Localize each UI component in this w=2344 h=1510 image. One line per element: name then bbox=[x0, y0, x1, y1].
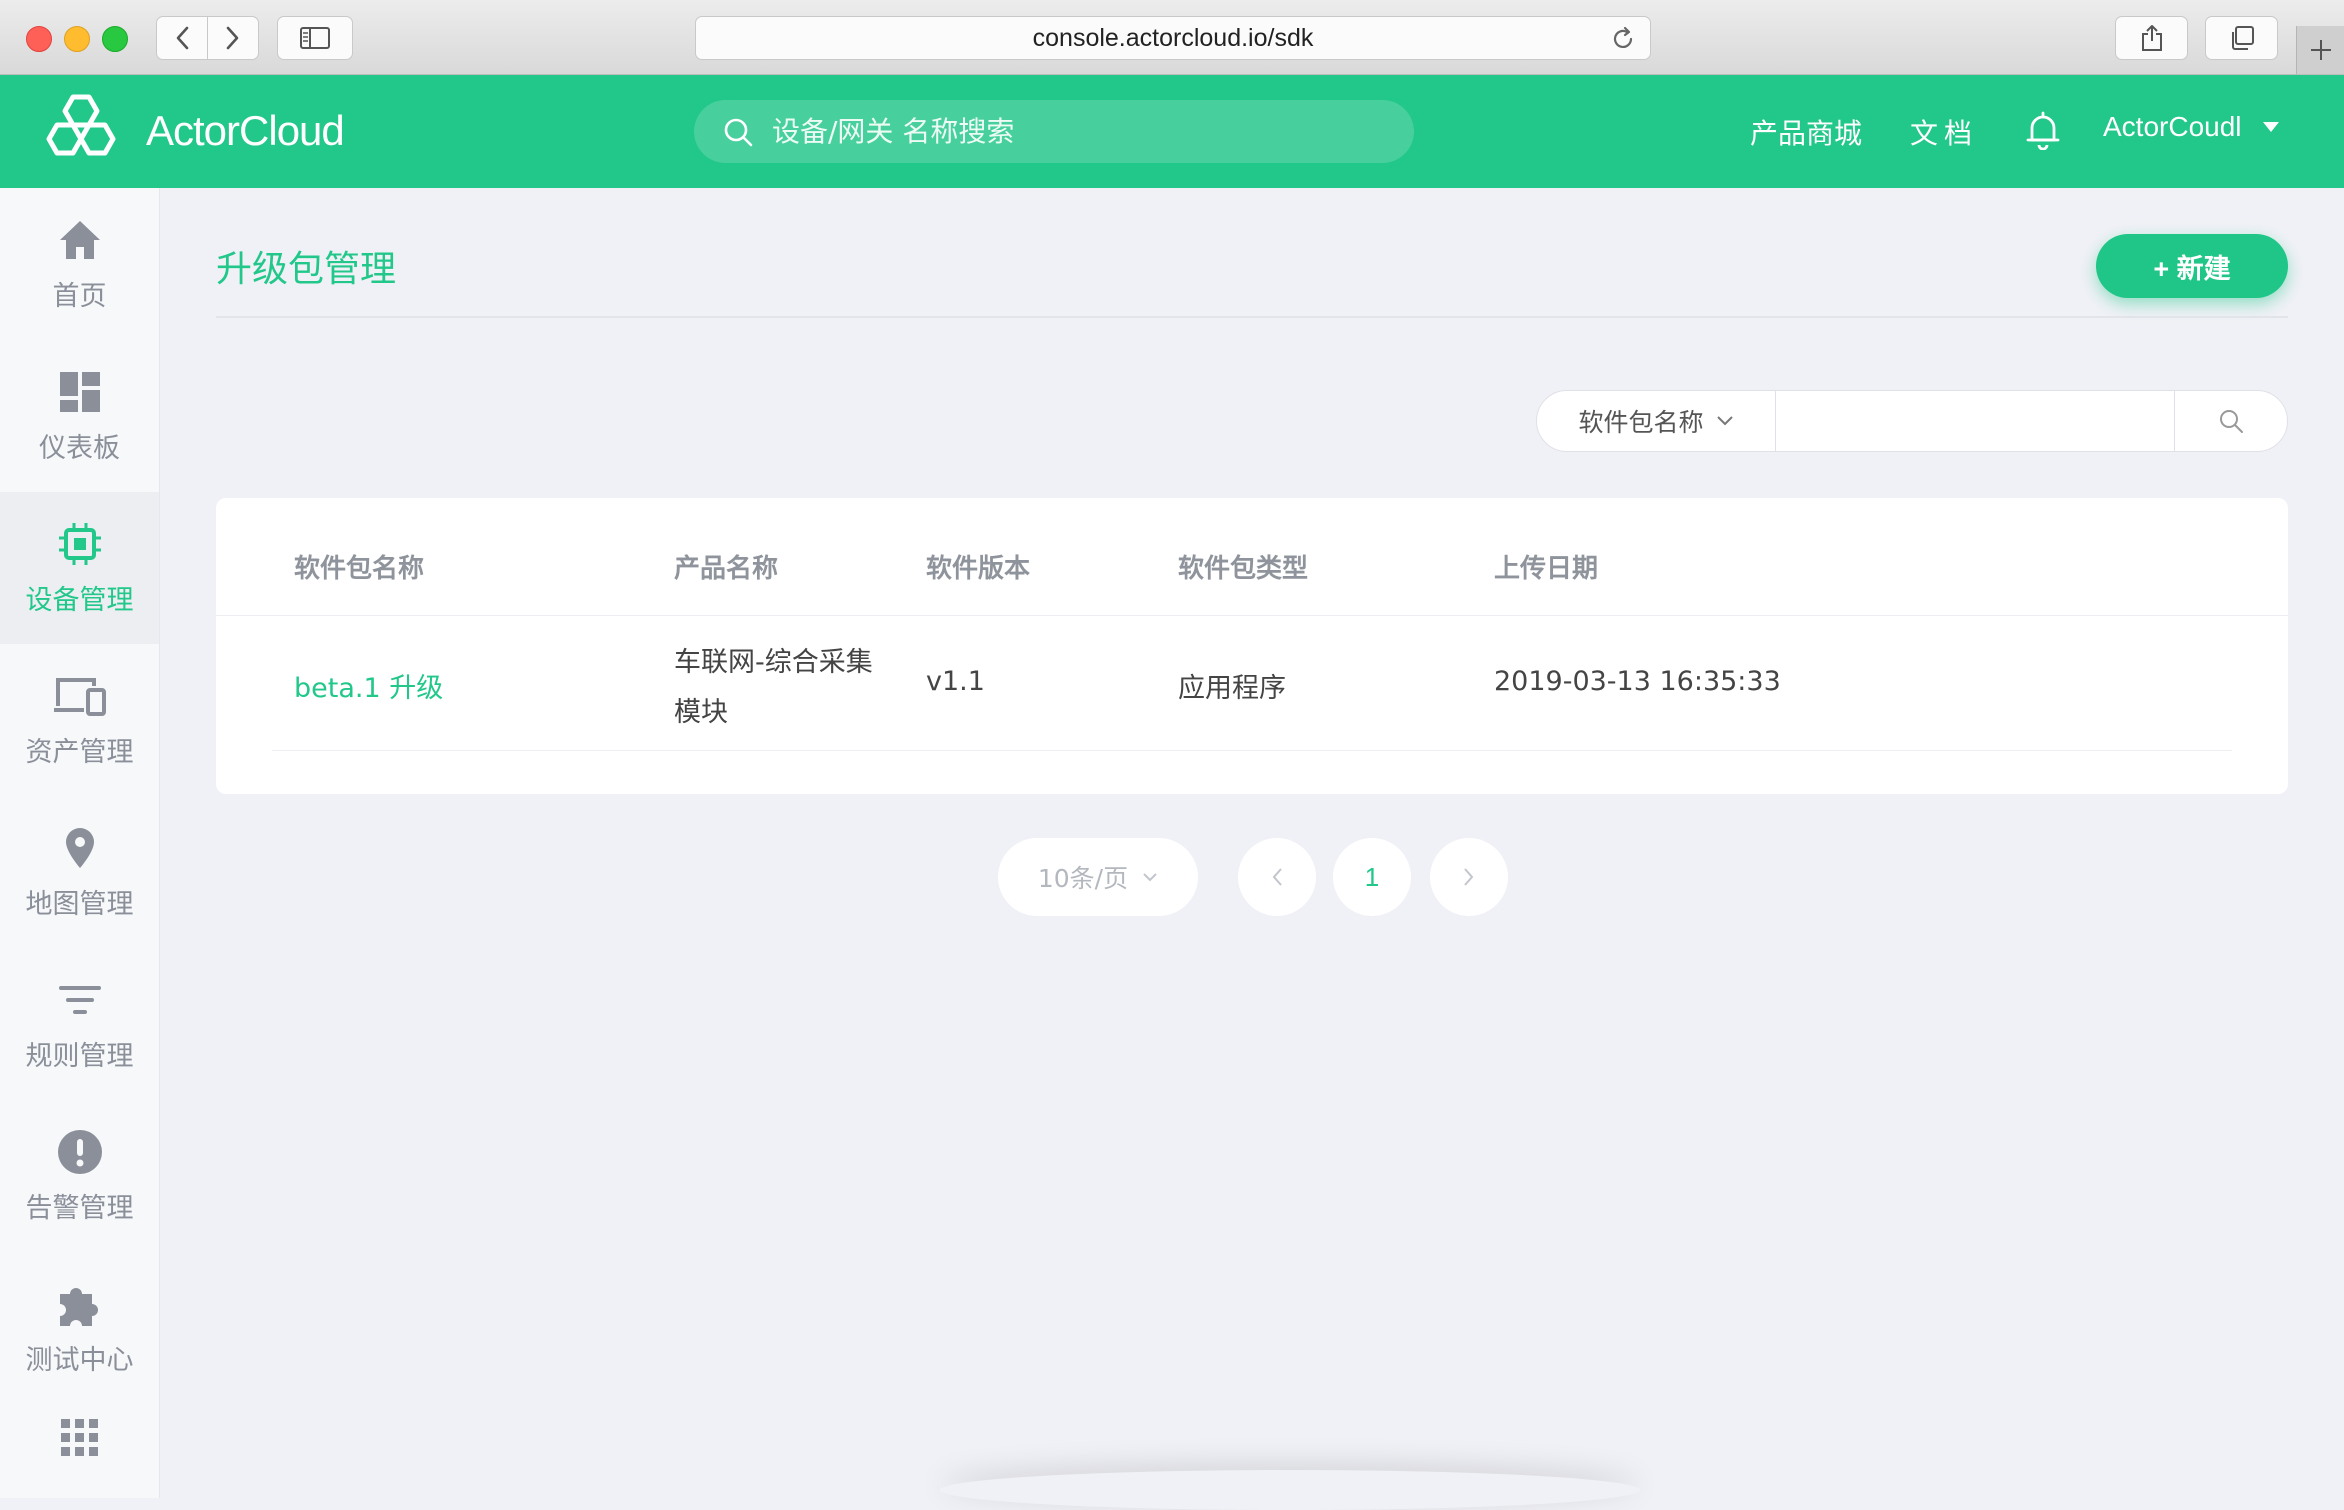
nav-item-label: 资产管理 bbox=[25, 736, 134, 768]
product-name-cell: 车联网-综合采集模块 bbox=[674, 647, 873, 728]
column-header-product[interactable]: 产品名称 bbox=[674, 548, 778, 585]
devices-icon bbox=[53, 672, 106, 720]
user-menu[interactable]: ActorCoudl bbox=[2103, 111, 2280, 143]
logo-text: ActorCloud bbox=[146, 107, 345, 154]
nav-item-label: 告警管理 bbox=[25, 1192, 134, 1224]
tabs-icon bbox=[2231, 26, 2254, 50]
page-title: 升级包管理 bbox=[216, 249, 397, 290]
table-header: 软件包名称 产品名称 软件版本 软件包类型 上传日期 bbox=[216, 498, 2288, 616]
global-search bbox=[694, 100, 1414, 163]
page-number-button[interactable]: 1 bbox=[1333, 838, 1411, 916]
address-bar[interactable]: console.actorcloud.io/sdk bbox=[695, 16, 1651, 60]
show-tabs-button[interactable] bbox=[2205, 16, 2278, 60]
chevron-down-icon bbox=[1716, 415, 1734, 427]
nav-item-testing[interactable]: 测试中心 bbox=[0, 1252, 159, 1404]
nav-item-map[interactable]: 地图管理 bbox=[0, 796, 159, 948]
table-row[interactable]: beta.1 升级 车联网-综合采集模块 v1.1 应用程序 2019-03-1… bbox=[272, 616, 2232, 751]
nav-item-alerts[interactable]: 告警管理 bbox=[0, 1100, 159, 1252]
prev-page-button[interactable] bbox=[1238, 838, 1316, 916]
column-header-type[interactable]: 软件包类型 bbox=[1178, 548, 1308, 585]
table-filter: 软件包名称 bbox=[1536, 390, 2288, 452]
browser-chrome: console.actorcloud.io/sdk bbox=[0, 0, 2344, 75]
chevron-down-icon bbox=[1142, 872, 1158, 882]
create-button[interactable]: + 新建 bbox=[2096, 234, 2288, 298]
chevron-left-icon bbox=[1272, 868, 1282, 886]
forward-button[interactable] bbox=[207, 17, 258, 59]
nav-item-label: 地图管理 bbox=[25, 888, 134, 920]
docs-link[interactable]: 文档 bbox=[1910, 112, 1978, 152]
chevron-right-icon bbox=[1464, 868, 1474, 886]
reload-icon[interactable] bbox=[1610, 26, 1636, 52]
column-header-upload-date[interactable]: 上传日期 bbox=[1494, 548, 1598, 585]
url-text: console.actorcloud.io/sdk bbox=[1032, 23, 1314, 52]
sidebar-toggle-button[interactable] bbox=[277, 16, 353, 60]
actorcloud-logo-icon bbox=[46, 94, 116, 156]
column-header-name[interactable]: 软件包名称 bbox=[294, 548, 424, 585]
nav-item-rules[interactable]: 规则管理 bbox=[0, 948, 159, 1100]
chip-icon bbox=[58, 520, 102, 568]
chevron-left-icon bbox=[176, 26, 189, 50]
share-icon bbox=[2141, 25, 2162, 51]
package-type-cell: 应用程序 bbox=[1178, 673, 1286, 704]
back-button[interactable] bbox=[157, 17, 207, 59]
packages-table: 软件包名称 产品名称 软件版本 软件包类型 上传日期 beta.1 升级 车联网… bbox=[216, 498, 2288, 794]
history-nav bbox=[156, 16, 259, 60]
title-divider bbox=[216, 316, 2288, 318]
plus-icon bbox=[2311, 40, 2331, 60]
version-cell: v1.1 bbox=[926, 666, 985, 697]
page-size-select[interactable]: 10条/页 bbox=[998, 838, 1198, 916]
minimize-window-button[interactable] bbox=[64, 26, 90, 52]
home-icon bbox=[58, 216, 102, 264]
filter-field-select[interactable]: 软件包名称 bbox=[1537, 391, 1776, 451]
bottom-shadow bbox=[940, 1470, 1640, 1510]
global-search-input[interactable] bbox=[770, 114, 1374, 149]
nav-item-label: 规则管理 bbox=[25, 1040, 134, 1072]
column-header-version[interactable]: 软件版本 bbox=[926, 548, 1030, 585]
bell-icon[interactable] bbox=[2025, 110, 2061, 154]
apps-grid-icon bbox=[60, 1414, 100, 1462]
nav-item-label: 设备管理 bbox=[25, 584, 134, 616]
map-pin-icon bbox=[64, 824, 96, 872]
caret-down-icon bbox=[2262, 122, 2279, 132]
filter-search-button[interactable] bbox=[2174, 391, 2287, 451]
upload-date-cell: 2019-03-13 16:35:33 bbox=[1494, 666, 1781, 697]
dashboard-icon bbox=[59, 368, 101, 416]
user-name: ActorCoudl bbox=[2103, 111, 2242, 142]
nav-item-devices[interactable]: 设备管理 bbox=[0, 492, 159, 644]
nav-item-dashboard[interactable]: 仪表板 bbox=[0, 340, 159, 492]
new-tab-button[interactable] bbox=[2296, 26, 2344, 74]
filter-field-label: 软件包名称 bbox=[1578, 408, 1704, 437]
logo[interactable]: ActorCloud bbox=[38, 93, 345, 169]
filter-icon bbox=[58, 976, 102, 1024]
chevron-right-icon bbox=[226, 26, 239, 50]
nav-item-home[interactable]: 首页 bbox=[0, 188, 159, 340]
nav-item-label: 仪表板 bbox=[39, 432, 120, 464]
close-window-button[interactable] bbox=[26, 26, 52, 52]
page-size-label: 10条/页 bbox=[1037, 864, 1129, 893]
nav-item-label: 首页 bbox=[52, 280, 107, 312]
share-button[interactable] bbox=[2115, 16, 2188, 60]
puzzle-icon bbox=[56, 1280, 104, 1328]
sidebar-icon bbox=[300, 27, 330, 49]
nav-item-more-apps[interactable] bbox=[0, 1404, 159, 1474]
nav-item-label: 测试中心 bbox=[25, 1344, 134, 1376]
app-header: ActorCloud 产品商城 文档 ActorCoudl bbox=[0, 75, 2344, 188]
next-page-button[interactable] bbox=[1430, 838, 1508, 916]
search-icon bbox=[722, 116, 754, 148]
product-store-link[interactable]: 产品商城 bbox=[1750, 112, 1862, 152]
filter-input[interactable] bbox=[1776, 391, 2174, 451]
search-icon bbox=[2220, 410, 2243, 433]
side-nav: 首页 仪表板 设备管理 资产管理 地图管理 规则管理 告警管理 测试中心 bbox=[0, 188, 160, 1498]
zoom-window-button[interactable] bbox=[102, 26, 128, 52]
package-name-link[interactable]: beta.1 升级 bbox=[294, 666, 443, 705]
nav-item-assets[interactable]: 资产管理 bbox=[0, 644, 159, 796]
alert-icon bbox=[57, 1128, 103, 1176]
